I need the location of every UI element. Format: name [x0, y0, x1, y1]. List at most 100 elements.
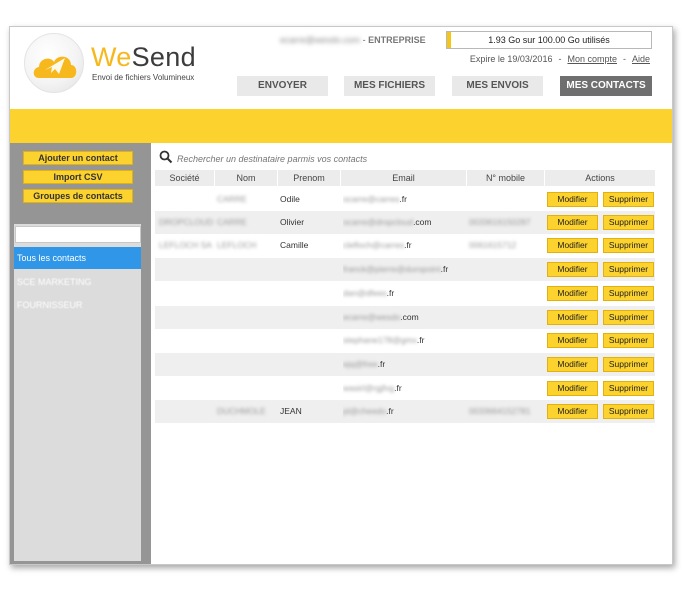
delete-button[interactable]: Supprimer — [603, 357, 654, 372]
contact-groups-button[interactable]: Groupes de contacts — [23, 189, 133, 203]
cell-email-blurred: clefloch@carres — [343, 240, 405, 250]
modify-button[interactable]: Modifier — [547, 357, 598, 372]
cell-firstname: Olivier — [280, 217, 305, 227]
column-header-email[interactable]: Email — [341, 170, 467, 186]
add-contact-button[interactable]: Ajouter un contact — [23, 151, 133, 165]
cell-email-tail: .fr — [386, 406, 394, 416]
cell-mobile — [469, 188, 545, 211]
nav-contacts-button[interactable]: MES CONTACTS — [560, 76, 652, 96]
account-meta: Expire le 19/03/2016- Mon compte - Aide — [470, 54, 650, 64]
modify-button[interactable]: Modifier — [547, 404, 598, 419]
modify-button[interactable]: Modifier — [547, 262, 598, 277]
nav-files-button[interactable]: MES FICHIERS — [344, 76, 435, 96]
cell-email-blurred: ocarre@carres — [343, 194, 400, 204]
table-row: stephane178@gmx.fr Modifier Supprimer — [155, 329, 655, 352]
cell-email: ocarre@carres.fr — [343, 188, 465, 211]
delete-button[interactable]: Supprimer — [603, 215, 654, 230]
cell-email-blurred: ejq@free — [343, 359, 378, 369]
column-header-firstname[interactable]: Prenom — [278, 170, 341, 186]
modify-button[interactable]: Modifier — [547, 310, 598, 325]
cell-name: LEFLOCH — [217, 240, 257, 250]
cell-name: CARRE — [217, 194, 247, 204]
cell-email: ocarre@dropcloud.com — [343, 211, 465, 234]
nav-send-button[interactable]: ENVOYER — [237, 76, 328, 96]
cell-email-blurred: jd@cheedo — [343, 406, 387, 416]
storage-quota-text: 1.93 Go sur 100.00 Go utilisés — [488, 35, 610, 45]
modify-button[interactable]: Modifier — [547, 333, 598, 348]
user-separator: - — [360, 35, 369, 45]
brand-tagline: Envoi de fichiers Volumineux — [92, 73, 195, 82]
modify-button[interactable]: Modifier — [547, 286, 598, 301]
cell-email: wasirl@rgjfvg.fr — [343, 377, 465, 400]
user-plan: ENTREPRISE — [368, 35, 426, 45]
delete-button[interactable]: Supprimer — [603, 404, 654, 419]
cell-email-tail: .fr — [399, 194, 407, 204]
header-band — [10, 109, 672, 143]
column-header-name[interactable]: Nom — [215, 170, 278, 186]
user-email: ecarre@wesdo.com — [280, 35, 361, 45]
cell-firstname: Camille — [280, 240, 309, 250]
brand-name-part1: We — [91, 42, 132, 72]
cell-email-blurred: stephane178@gmx — [343, 335, 417, 345]
table-row: DUCHMOLE JEAN jd@cheedo.fr 0033664152781… — [155, 400, 655, 423]
delete-button[interactable]: Supprimer — [603, 381, 654, 396]
brand-name-part2: Send — [131, 42, 196, 72]
cell-email-blurred: ecarre@wesdo — [343, 312, 401, 322]
account-link[interactable]: Mon compte — [567, 54, 617, 64]
table-row: ecarre@wesdo.com Modifier Supprimer — [155, 306, 655, 329]
sidebar: Ajouter un contact Import CSV Groupes de… — [10, 143, 151, 564]
cell-email-tail: .com — [413, 217, 432, 227]
group-list: Tous les contacts SCE MARKETING FOURNISS… — [14, 224, 141, 561]
cell-email: franck@pierre@duropoint.fr — [343, 258, 465, 281]
cell-email-tail: .fr — [404, 240, 412, 250]
column-header-actions: Actions — [585, 173, 615, 183]
cell-mobile: 0033664152781 — [469, 406, 531, 416]
nav-sends-button[interactable]: MES ENVOIS — [452, 76, 543, 96]
modify-button[interactable]: Modifier — [547, 381, 598, 396]
cell-company: LEFLOCH SA — [159, 240, 212, 250]
cell-mobile: 0061615712 — [469, 240, 517, 250]
delete-button[interactable]: Supprimer — [603, 333, 654, 348]
delete-button[interactable]: Supprimer — [603, 238, 654, 253]
delete-button[interactable]: Supprimer — [603, 192, 654, 207]
table-row: ejq@free.fr Modifier Supprimer — [155, 353, 655, 376]
column-header-mobile[interactable]: N° mobile — [467, 170, 545, 186]
cell-name: CARRE — [217, 217, 247, 227]
import-csv-button[interactable]: Import CSV — [23, 170, 133, 184]
cell-email-blurred: franck@pierre@duropoint — [343, 264, 441, 274]
storage-quota-bar: 1.93 Go sur 100.00 Go utilisés — [446, 31, 652, 49]
cell-mobile: 0033616150287 — [469, 217, 531, 227]
contact-search-input[interactable] — [177, 152, 497, 166]
delete-button[interactable]: Supprimer — [603, 286, 654, 301]
group-item-fournisseur[interactable]: FOURNISSEUR — [14, 294, 141, 316]
storage-quota-fill — [447, 32, 451, 48]
modify-button[interactable]: Modifier — [547, 192, 598, 207]
cell-email: ejq@free.fr — [343, 353, 465, 376]
table-row: wasirl@rgjfvg.fr Modifier Supprimer — [155, 377, 655, 400]
cloud-plane-icon — [33, 56, 77, 78]
group-item-label: Tous les contacts — [17, 253, 87, 263]
delete-button[interactable]: Supprimer — [603, 310, 654, 325]
help-link[interactable]: Aide — [632, 54, 650, 64]
cell-email-tail: .fr — [394, 383, 402, 393]
modify-button[interactable]: Modifier — [547, 238, 598, 253]
search-icon — [159, 150, 173, 164]
group-item-all[interactable]: Tous les contacts — [14, 247, 141, 269]
app-window: WeSend Envoi de fichiers Volumineux ecar… — [9, 26, 673, 565]
table-row: LEFLOCH SA LEFLOCH Camille clefloch@carr… — [155, 234, 655, 257]
logo[interactable] — [24, 33, 84, 93]
delete-button[interactable]: Supprimer — [603, 262, 654, 277]
group-name-input[interactable] — [15, 226, 141, 243]
group-item-sce-marketing[interactable]: SCE MARKETING — [14, 271, 141, 293]
cell-email-blurred: ocarre@dropcloud — [343, 217, 414, 227]
cell-email-tail: .fr — [386, 288, 395, 298]
cell-firstname: JEAN — [280, 406, 302, 416]
meta-separator: - — [622, 54, 626, 64]
cell-email: jd@cheedo.fr — [343, 400, 465, 423]
cell-email-blurred: wasirl@rgjfvg — [343, 383, 395, 393]
cell-email: clefloch@carres.fr — [343, 234, 465, 257]
column-header-company[interactable]: Société — [155, 170, 215, 186]
cell-company — [159, 188, 213, 211]
meta-separator: - — [558, 54, 562, 64]
modify-button[interactable]: Modifier — [547, 215, 598, 230]
